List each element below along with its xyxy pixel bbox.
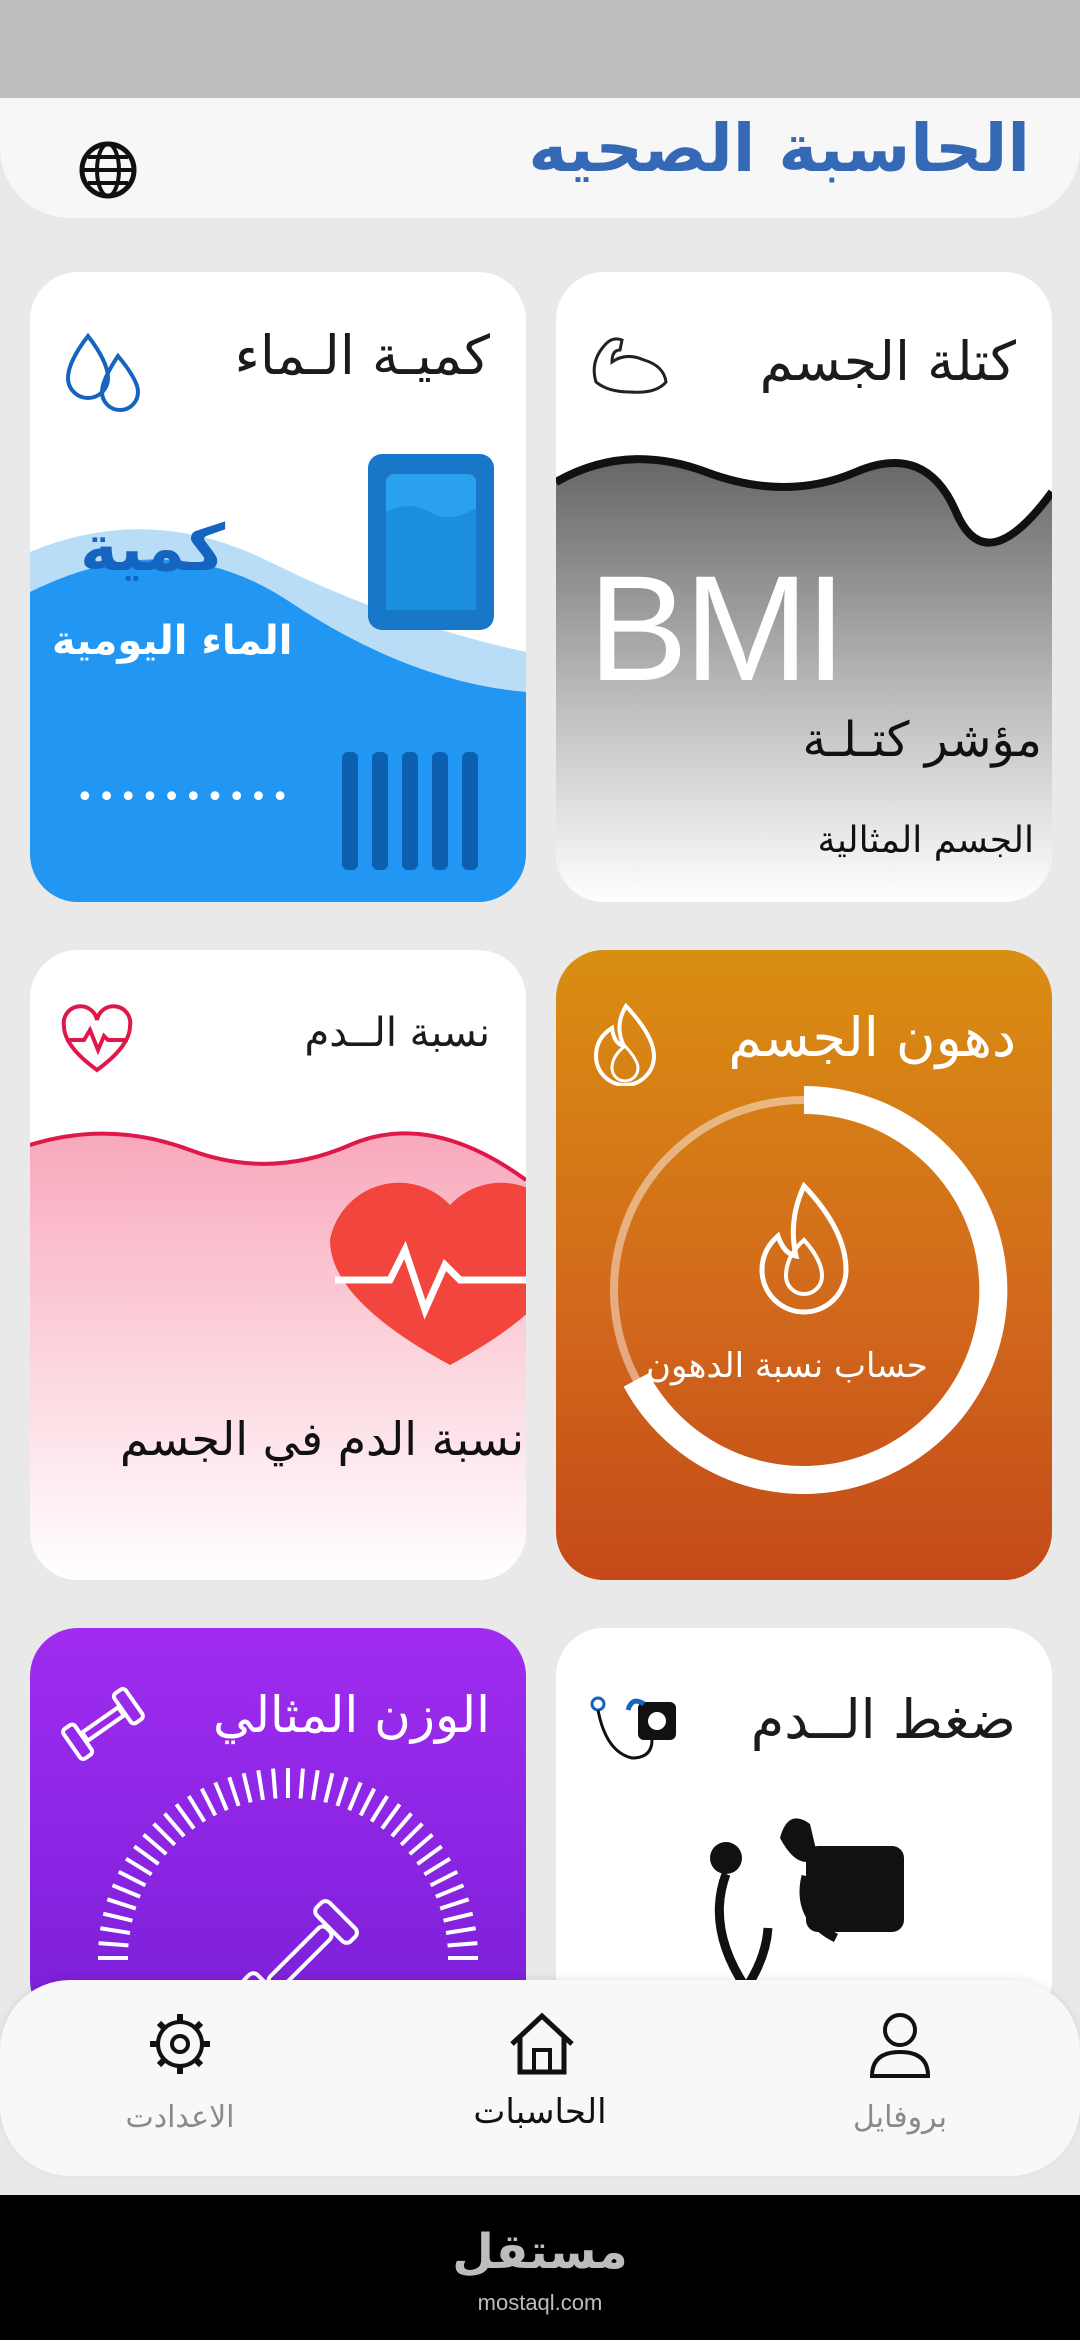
blood-pressure-monitor-icon [586, 1682, 686, 1786]
nav-calculators-label: الحاسبات [473, 2092, 607, 2132]
nav-profile-label: بروفايل [853, 2100, 947, 2135]
dial-tick [380, 1803, 402, 1830]
watermark-logo: مستقل [452, 2224, 628, 2280]
bmi-label: BMI [588, 544, 847, 712]
dial-tick [187, 1794, 207, 1823]
dial-tick [102, 1911, 133, 1923]
dial-tick [447, 1941, 478, 1948]
home-icon [510, 2012, 574, 2075]
dial-tick [399, 1822, 424, 1847]
nav-profile[interactable]: بروفايل [800, 1980, 1000, 2176]
blood-pressure-card[interactable]: ضغط الــدم [556, 1628, 1052, 2028]
status-bar [0, 0, 1080, 100]
weight-card-title: الوزن المثالي [213, 1686, 490, 1744]
dial-tick [271, 1768, 278, 1799]
bmi-subtitle-1: مؤشر كتـلـة [802, 712, 1042, 768]
blood-card-title: نسبة الــدم [304, 1010, 490, 1056]
water-card-title: كميـة الـماء [234, 324, 491, 387]
bmi-card-title: كتلة الجسم [759, 330, 1016, 393]
dial-tick [408, 1833, 434, 1856]
ideal-weight-card[interactable]: الوزن المثالي [30, 1628, 526, 2028]
nav-settings-label: الاعدادت [125, 2100, 235, 2135]
app-header: الحاسبة الصحيه [0, 98, 1080, 218]
gear-icon [150, 2014, 210, 2074]
dial-tick [163, 1812, 186, 1838]
dial-tick [335, 1776, 349, 1807]
water-subtitle-1: كمية [80, 512, 226, 586]
dial-tick [142, 1833, 168, 1856]
dial-tick [435, 1883, 465, 1899]
dial-tick [227, 1776, 241, 1807]
dial-tick [124, 1857, 153, 1877]
dial-tick [117, 1869, 147, 1888]
dial-tick [133, 1844, 160, 1866]
bmi-card[interactable]: كتلة الجسم BMI مؤشر كتـلـة الجسم المثالي… [556, 272, 1052, 902]
dumbbell-icon [58, 1684, 148, 1768]
bmi-subtitle-2: الجسم المثالية [817, 820, 1034, 861]
dial-tick [439, 1897, 470, 1911]
fat-card-title: دهون الجسم [728, 1006, 1016, 1069]
dial-tick [174, 1803, 196, 1830]
watermark-url: mostaql.com [477, 2290, 603, 2315]
dial-tick [106, 1897, 137, 1911]
dial-tick [111, 1883, 141, 1899]
heart-pulse-icon [60, 1004, 134, 1078]
page-title: الحاسبة الصحيه [528, 110, 1030, 187]
dial-tick [213, 1781, 229, 1811]
muscle-arm-icon [586, 322, 676, 406]
water-drops-icon [60, 326, 150, 420]
dial-tick [100, 1926, 131, 1935]
blood-ratio-card[interactable]: نسبة الــدم نسبة الدم في الجسم [30, 950, 526, 1580]
nav-settings[interactable]: الاعدادت [80, 1980, 280, 2176]
dial-tick [443, 1911, 474, 1923]
dial-tick [429, 1869, 459, 1888]
dial-tick [298, 1768, 305, 1799]
pressure-card-title: ضغط الــدم [750, 1688, 1016, 1751]
dial-tick [152, 1822, 177, 1847]
dial-tick [323, 1772, 335, 1803]
flame-icon [590, 1002, 660, 1090]
dial-tick [358, 1787, 377, 1817]
dial-tick [98, 1941, 129, 1948]
dial-tick [199, 1787, 218, 1817]
dial-tick [347, 1781, 363, 1811]
dial-tick [256, 1770, 265, 1801]
dial-tick [311, 1770, 320, 1801]
dial-tick [445, 1926, 476, 1935]
bottom-navigation: الاعدادت الحاسبات بروفايل [0, 1980, 1080, 2176]
dial-tick [390, 1812, 413, 1838]
nav-calculators[interactable]: الحاسبات [440, 1980, 640, 2176]
user-icon [869, 2013, 931, 2078]
globe-icon[interactable] [76, 138, 140, 202]
water-progress-dots: •••••••••• [76, 780, 293, 815]
body-fat-card[interactable]: دهون الجسم حساب نسبة الدهون [556, 950, 1052, 1580]
blood-subtitle: نسبة الدم في الجسم [119, 1412, 524, 1466]
dial-tick [423, 1857, 452, 1877]
water-intake-card[interactable]: كميـة الـماء كمية الماء اليومية ••••••••… [30, 272, 526, 902]
dial-tick [416, 1844, 443, 1866]
fat-subtitle: حساب نسبة الدهون [646, 1346, 928, 1386]
dial-tick [241, 1772, 253, 1803]
dial-tick [369, 1794, 389, 1823]
water-subtitle-2: الماء اليومية [52, 618, 293, 664]
